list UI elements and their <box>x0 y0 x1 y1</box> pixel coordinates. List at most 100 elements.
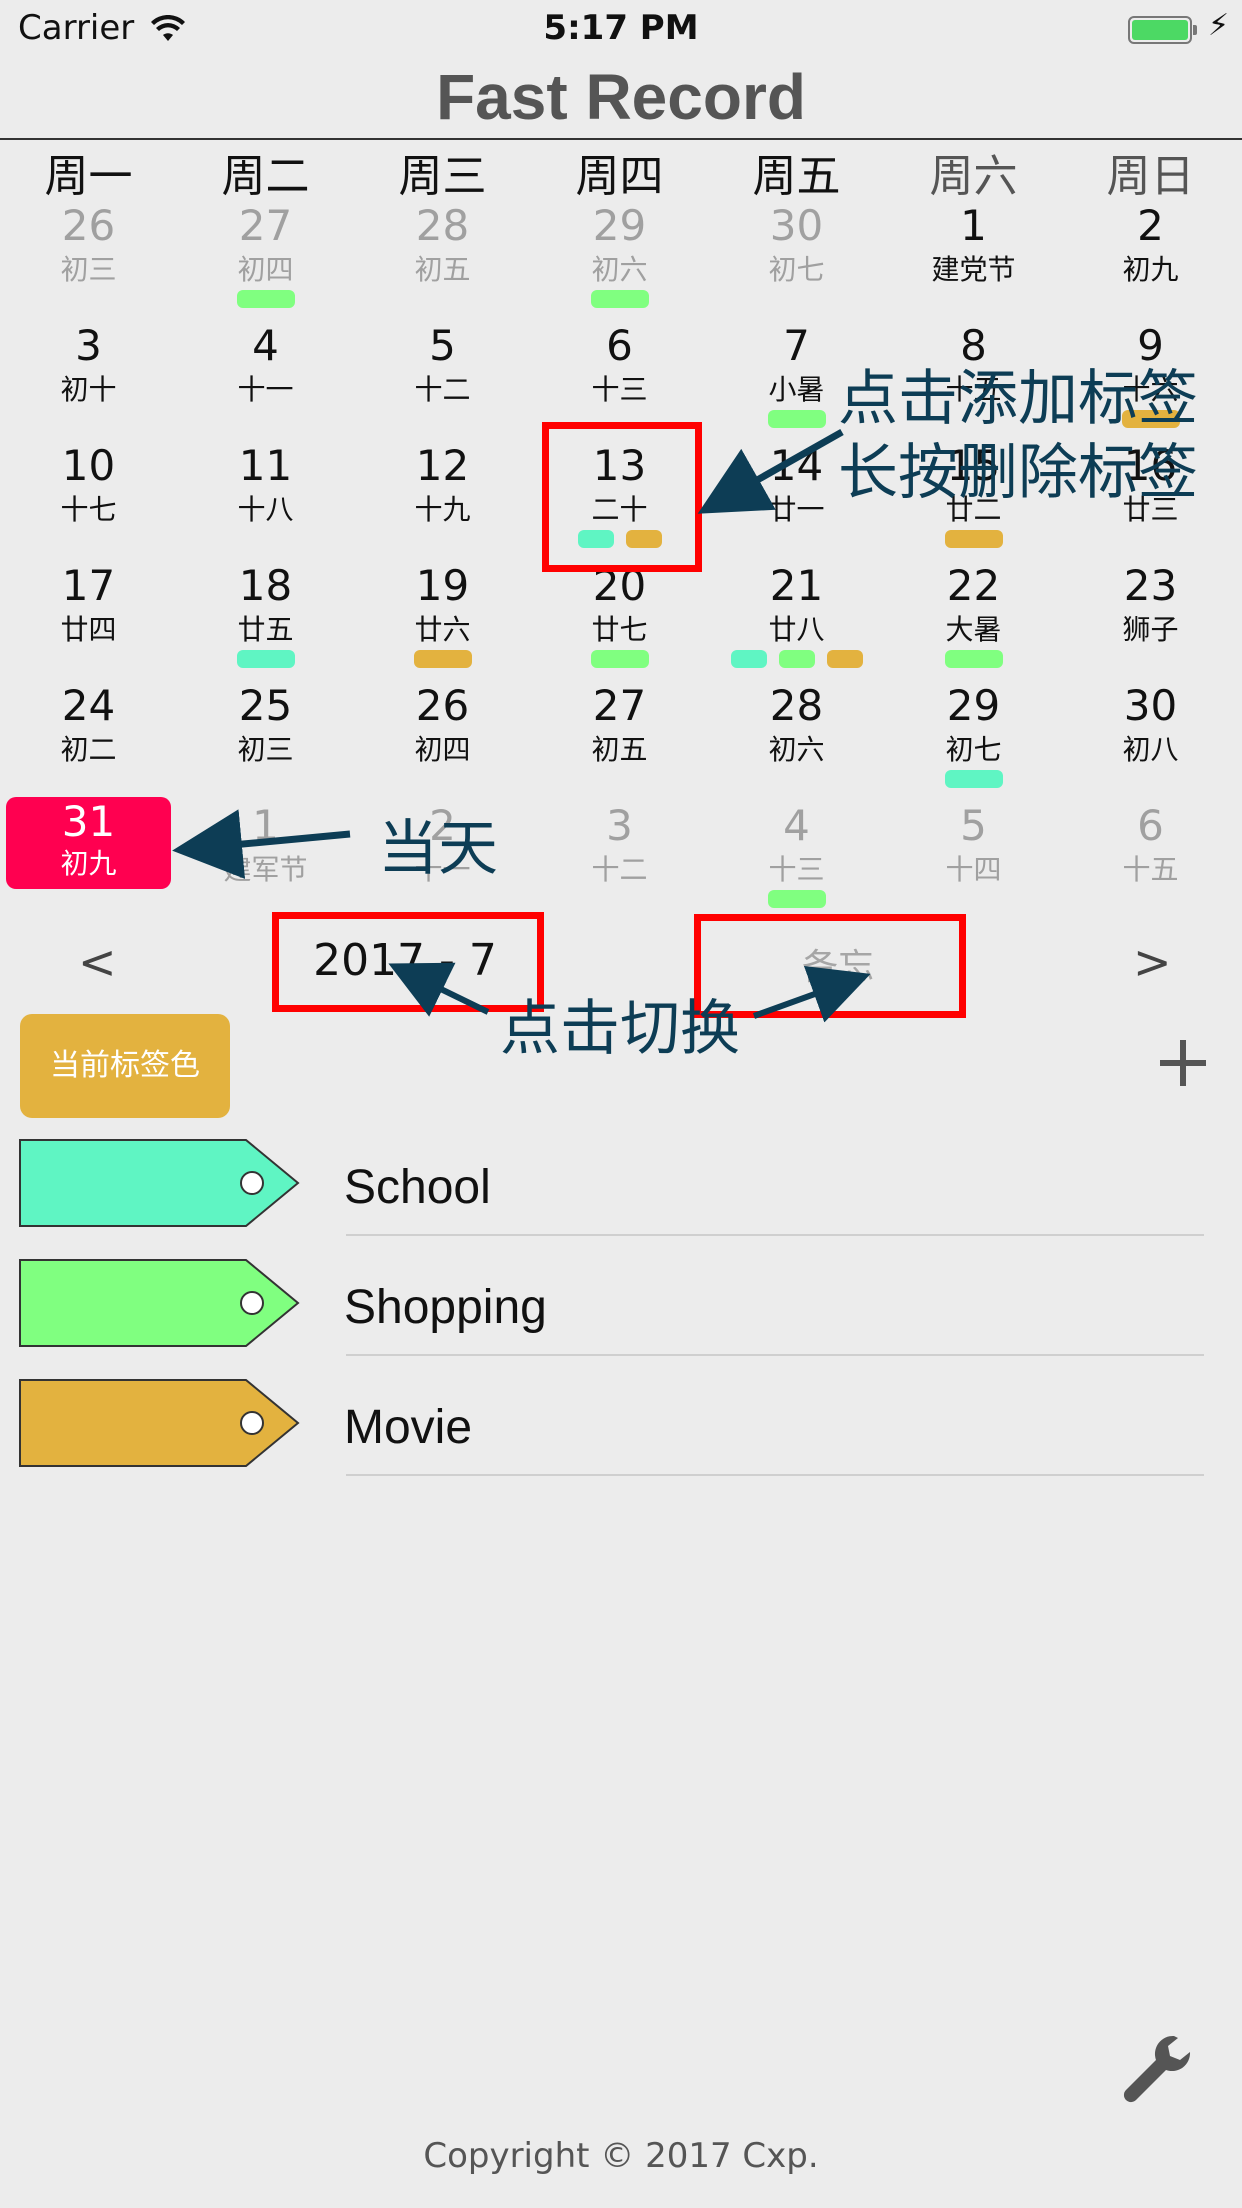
tag-marker-shopping <box>767 410 826 428</box>
calendar-day[interactable]: 11 十八 <box>177 440 354 558</box>
calendar-day[interactable]: 25 初三 <box>177 680 354 798</box>
add-tag-button[interactable] <box>1160 1040 1206 1086</box>
tag-name: Shopping <box>344 1281 547 1334</box>
day-number: 27 <box>592 681 647 730</box>
tag-markers <box>531 650 708 668</box>
day-number: 11 <box>238 441 293 490</box>
calendar-day[interactable]: 29 初七 <box>885 680 1062 798</box>
calendar-day[interactable]: 30 初七 <box>708 200 885 318</box>
tag-markers <box>177 650 354 668</box>
calendar-day[interactable]: 28 初五 <box>354 200 531 318</box>
tag-marker-shopping <box>236 290 295 308</box>
tag-markers <box>354 650 531 668</box>
calendar-day[interactable]: 13 二十 <box>531 440 708 558</box>
calendar-day[interactable]: 2 初九 <box>1062 200 1239 318</box>
day-number: 19 <box>415 561 470 610</box>
lunar-date: 十五 <box>945 373 1002 406</box>
wrench-icon[interactable] <box>1118 2030 1198 2114</box>
calendar-day[interactable]: 2 十一 <box>354 800 531 918</box>
day-number: 31 <box>61 797 116 846</box>
day-number: 12 <box>415 441 470 490</box>
tag-name: Movie <box>344 1401 473 1454</box>
status-bar: Carrier 5:17 PM ⚡ <box>0 0 1242 60</box>
calendar-day[interactable]: 17 廿四 <box>0 560 177 678</box>
lunar-date: 廿一 <box>768 493 825 526</box>
lunar-date: 狮子 <box>1122 613 1179 646</box>
calendar-day[interactable]: 6 十三 <box>531 320 708 438</box>
calendar-day[interactable]: 10 十七 <box>0 440 177 558</box>
day-number: 26 <box>61 201 116 250</box>
copyright-text: Copyright © 2017 Cxp. <box>423 2136 819 2176</box>
calendar-day[interactable]: 20 廿七 <box>531 560 708 678</box>
tag-row-shopping[interactable]: Shopping <box>0 1258 1242 1378</box>
row-divider <box>346 1354 1204 1356</box>
calendar-day[interactable]: 26 初四 <box>354 680 531 798</box>
calendar-day[interactable]: 19 廿六 <box>354 560 531 678</box>
calendar-day[interactable]: 5 十二 <box>354 320 531 438</box>
calendar-day[interactable]: 7 小暑 <box>708 320 885 438</box>
lunar-date: 二十 <box>591 493 648 526</box>
day-number: 2 <box>1137 201 1164 250</box>
lunar-date: 十二 <box>414 373 471 406</box>
lunar-date: 十五 <box>1122 853 1179 886</box>
calendar-day[interactable]: 15 廿二 <box>885 440 1062 558</box>
calendar-day[interactable]: 8 十五 <box>885 320 1062 438</box>
next-month-button[interactable]: > <box>1133 935 1172 989</box>
current-tag-color-button[interactable]: 当前标签色 <box>20 1014 230 1118</box>
app-title: Fast Record <box>436 61 806 133</box>
calendar-day[interactable]: 27 初四 <box>177 200 354 318</box>
month-label[interactable]: 2017 - 7 <box>300 935 510 986</box>
day-number: 6 <box>606 321 633 370</box>
weekday-header: 周一 周二 周三 周四 周五 周六 周日 <box>0 140 1242 202</box>
calendar-day[interactable]: 4 十一 <box>177 320 354 438</box>
tag-markers <box>885 770 1062 788</box>
lunar-date: 十三 <box>768 853 825 886</box>
tag-row-movie[interactable]: Movie <box>0 1378 1242 1498</box>
calendar-day[interactable]: 26 初三 <box>0 200 177 318</box>
lunar-date: 初七 <box>945 733 1002 766</box>
calendar-day[interactable]: 21 廿八 <box>708 560 885 678</box>
calendar-day[interactable]: 3 初十 <box>0 320 177 438</box>
lunar-date: 廿五 <box>237 613 294 646</box>
calendar-day[interactable]: 1 建军节 <box>177 800 354 918</box>
day-number: 6 <box>1137 801 1164 850</box>
calendar-day[interactable]: 6 十五 <box>1062 800 1239 918</box>
calendar-day[interactable]: 22 大暑 <box>885 560 1062 678</box>
calendar-day[interactable]: 16 廿三 <box>1062 440 1239 558</box>
calendar-day[interactable]: 1 建党节 <box>885 200 1062 318</box>
lunar-date: 十一 <box>237 373 294 406</box>
weekday-thu: 周四 <box>575 151 664 202</box>
lunar-date: 初九 <box>60 847 117 880</box>
calendar-day[interactable]: 27 初五 <box>531 680 708 798</box>
calendar-day[interactable]: 9 十六 <box>1062 320 1239 438</box>
calendar-day[interactable]: 12 十九 <box>354 440 531 558</box>
calendar-day[interactable]: 28 初六 <box>708 680 885 798</box>
calendar-day[interactable]: 18 廿五 <box>177 560 354 678</box>
calendar-day[interactable]: 14 廿一 <box>708 440 885 558</box>
calendar-day[interactable]: 30 初八 <box>1062 680 1239 798</box>
lunar-date: 初五 <box>591 733 648 766</box>
weekday-fri: 周五 <box>752 151 841 202</box>
calendar-day[interactable]: 5 十四 <box>885 800 1062 918</box>
calendar-day[interactable]: 29 初六 <box>531 200 708 318</box>
lunar-date: 初六 <box>768 733 825 766</box>
lunar-date: 十七 <box>60 493 117 526</box>
day-number: 28 <box>769 681 824 730</box>
tag-row-school[interactable]: School <box>0 1138 1242 1258</box>
day-number: 2 <box>429 801 456 850</box>
calendar-day-today[interactable]: 31 初九 <box>6 797 171 889</box>
tag-markers <box>1062 410 1239 428</box>
tag-markers <box>708 890 885 908</box>
prev-month-button[interactable]: < <box>78 935 117 989</box>
tag-icon <box>19 1139 300 1227</box>
tag-icon <box>19 1259 300 1347</box>
weekday-sat: 周六 <box>929 151 1018 202</box>
calendar-day[interactable]: 24 初二 <box>0 680 177 798</box>
calendar-day[interactable]: 4 十三 <box>708 800 885 918</box>
memo-tab[interactable]: 备忘 <box>768 938 908 990</box>
lunar-date: 十三 <box>591 373 648 406</box>
tag-marker-movie <box>826 650 863 668</box>
calendar-day[interactable]: 23 狮子 <box>1062 560 1239 678</box>
day-number: 3 <box>75 321 102 370</box>
calendar-day[interactable]: 3 十二 <box>531 800 708 918</box>
